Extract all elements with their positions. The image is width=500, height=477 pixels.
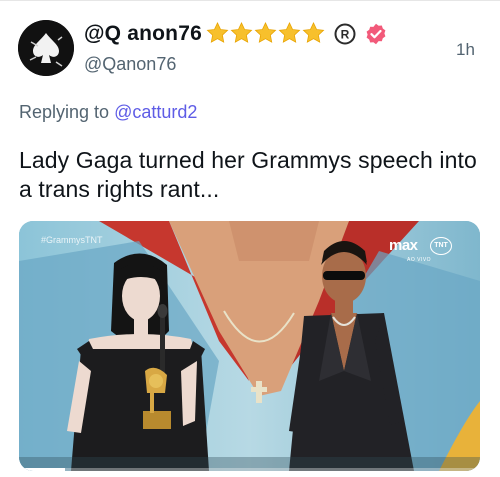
top-divider [0,0,500,1]
timestamp[interactable]: 1h [456,40,475,60]
svg-text:R: R [341,28,350,42]
spade-logo-icon [18,20,74,76]
live-label: AO VIVO [407,257,432,263]
replying-to: Replying to @catturd2 [19,102,197,123]
star-icon [254,22,277,43]
tweet-text: Lady Gaga turned her Grammys speech into… [19,147,477,202]
max-logo: max [389,237,418,254]
avatar[interactable] [18,20,74,76]
media-video[interactable]: #GrammysTNT max TNT AO VIVO [19,221,480,471]
video-progress-fill [19,468,66,471]
video-progress-bar[interactable] [19,468,480,471]
display-name[interactable]: @Q anon76 [84,22,202,46]
user-handle[interactable]: @Qanon76 [84,54,176,75]
star-icon [302,22,325,43]
replying-to-link[interactable]: @catturd2 [114,102,197,122]
star-badges [206,21,325,45]
star-icon [278,22,301,43]
tnt-logo: TNT [430,237,452,255]
star-icon [206,22,229,43]
replying-prefix: Replying to [19,102,110,122]
video-hashtag-overlay: #GrammysTNT [41,235,103,245]
star-icon [230,22,253,43]
registered-icon: R [334,23,356,45]
verified-badge-icon [366,23,386,45]
